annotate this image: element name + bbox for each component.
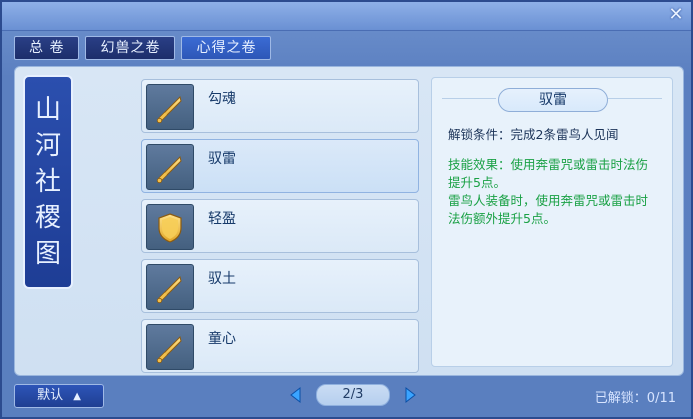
banner-glyph: 图 [34, 239, 61, 269]
skill-name: 驭土 [208, 271, 236, 287]
default-sort-button[interactable]: 默认 ▲ [14, 384, 104, 408]
banner-glyph: 社 [34, 167, 61, 197]
skill-item-qingying[interactable]: 轻盈 [141, 199, 419, 253]
effect-line-1: 技能效果：使用奔雷咒或雷击时法伤提升5点。 [448, 157, 649, 190]
detail-title: 驭雷 [498, 88, 608, 112]
shield-icon [146, 204, 194, 250]
banner-glyph: 稷 [34, 203, 61, 233]
tab-insight-scroll[interactable]: 心得之卷 [181, 36, 272, 60]
triangle-up-icon: ▲ [73, 391, 81, 402]
title-bar: ✕ [2, 2, 691, 31]
detail-divider-left [442, 98, 496, 99]
tab-overview[interactable]: 总 卷 [14, 36, 80, 60]
banner-glyph: 河 [34, 131, 61, 161]
skill-item-yulei[interactable]: 驭雷 [141, 139, 419, 193]
banner-glyph: 山 [34, 95, 61, 125]
sword-icon [146, 264, 194, 310]
unlocked-count: 已解锁：0/11 [595, 387, 676, 406]
sword-icon [146, 144, 194, 190]
skill-list: 勾魂 驭雷 轻盈 驭土 童心 [141, 79, 419, 373]
page-indicator: 2/3 [316, 384, 390, 406]
effect-line-2: 雷鸟人装备时，使用奔雷咒或雷击时法伤额外提升5点。 [448, 193, 649, 226]
unlocked-label: 已解锁： [594, 391, 647, 406]
prev-page-button[interactable] [286, 385, 306, 405]
shanhe-sheji-tu-banner: 山 河 社 稷 图 [23, 75, 73, 289]
footer-bar: 默认 ▲ 2/3 已解锁：0/11 [14, 380, 682, 410]
sword-icon [146, 84, 194, 130]
pager: 2/3 [286, 382, 420, 408]
skill-name: 勾魂 [208, 91, 236, 107]
default-sort-label: 默认 [37, 388, 64, 403]
skill-name: 驭雷 [208, 151, 236, 167]
skill-item-gouhun[interactable]: 勾魂 [141, 79, 419, 133]
skill-effect-text: 技能效果：使用奔雷咒或雷击时法伤提升5点。 雷鸟人装备时，使用奔雷咒或雷击时法伤… [448, 156, 658, 228]
skill-detail-panel: 驭雷 解锁条件：完成2条雷鸟人见闻 技能效果：使用奔雷咒或雷击时法伤提升5点。 … [431, 77, 673, 367]
unlocked-value: 0/11 [646, 391, 676, 406]
tab-pet-scroll[interactable]: 幻兽之卷 [85, 36, 176, 60]
detail-divider-right [608, 98, 662, 99]
detail-header: 驭雷 [432, 88, 672, 112]
close-button[interactable]: ✕ [667, 6, 685, 24]
next-page-button[interactable] [400, 385, 420, 405]
unlock-condition-text: 解锁条件：完成2条雷鸟人见闻 [448, 127, 619, 142]
content-panel: 山 河 社 稷 图 勾魂 驭雷 轻盈 驭土 童心 驭雷 解锁条件：完成2条雷鸟人… [14, 66, 684, 376]
skill-scroll-window: ✕ 总 卷 幻兽之卷 心得之卷 山 河 社 稷 图 勾魂 驭雷 轻盈 驭土 童心… [0, 0, 693, 419]
skill-item-yutu[interactable]: 驭土 [141, 259, 419, 313]
tabs: 总 卷 幻兽之卷 心得之卷 [14, 36, 272, 60]
sword-icon [146, 324, 194, 370]
skill-name: 轻盈 [208, 211, 236, 227]
skill-item-tongxin[interactable]: 童心 [141, 319, 419, 373]
skill-name: 童心 [208, 331, 236, 347]
